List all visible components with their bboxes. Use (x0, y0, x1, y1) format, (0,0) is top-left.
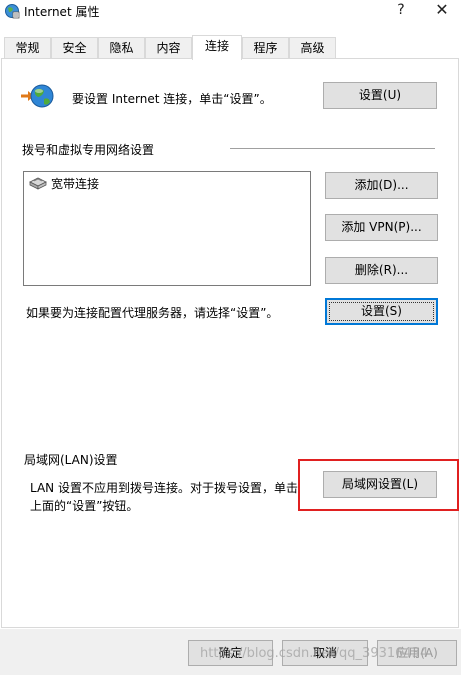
close-button[interactable]: ✕ (425, 0, 459, 22)
lan-description-line1: LAN 设置不应用到拨号连接。对于拨号设置，单击 (30, 481, 298, 495)
connections-listbox[interactable]: 宽带连接 (23, 171, 311, 286)
lan-heading: 局域网(LAN)设置 (24, 453, 118, 467)
setup-button[interactable]: 设置(U) (323, 82, 437, 109)
highlight-annotation (298, 459, 459, 511)
title-bar: Internet 属性 ? ✕ (0, 0, 461, 24)
tab-connections[interactable]: 连接 (192, 35, 242, 60)
dialup-divider (230, 148, 435, 149)
internet-options-icon (5, 4, 20, 19)
lan-description-line2: 上面的“设置”按钮。 (30, 499, 139, 513)
network-connection-icon (29, 177, 47, 190)
list-item-label: 宽带连接 (51, 177, 100, 191)
window-title: Internet 属性 (24, 5, 100, 19)
tab-strip: 常规 安全 隐私 内容 连接 程序 高级 (0, 35, 461, 60)
tab-general[interactable]: 常规 (4, 37, 51, 59)
tab-security[interactable]: 安全 (51, 37, 98, 59)
tab-privacy[interactable]: 隐私 (98, 37, 145, 59)
help-button[interactable]: ? (384, 0, 418, 22)
dialup-vpn-heading: 拨号和虚拟专用网络设置 (22, 143, 155, 157)
add-vpn-button[interactable]: 添加 VPN(P)... (325, 214, 438, 241)
settings-button-label: 设置(S) (361, 304, 402, 318)
tab-content[interactable]: 内容 (145, 37, 192, 59)
tab-programs[interactable]: 程序 (242, 37, 289, 59)
globe-icon (21, 84, 54, 108)
add-button[interactable]: 添加(D)... (325, 172, 438, 199)
apply-button[interactable]: 应用(A) (377, 640, 457, 666)
ok-button[interactable]: 确定 (188, 640, 273, 666)
settings-button[interactable]: 设置(S) (325, 298, 438, 325)
proxy-hint-text: 如果要为连接配置代理服务器，请选择“设置”。 (26, 306, 279, 320)
delete-button[interactable]: 删除(R)... (325, 257, 438, 284)
cancel-button[interactable]: 取消 (282, 640, 368, 666)
tab-advanced[interactable]: 高级 (289, 37, 336, 59)
internet-setup-text: 要设置 Internet 连接，单击“设置”。 (72, 92, 272, 106)
